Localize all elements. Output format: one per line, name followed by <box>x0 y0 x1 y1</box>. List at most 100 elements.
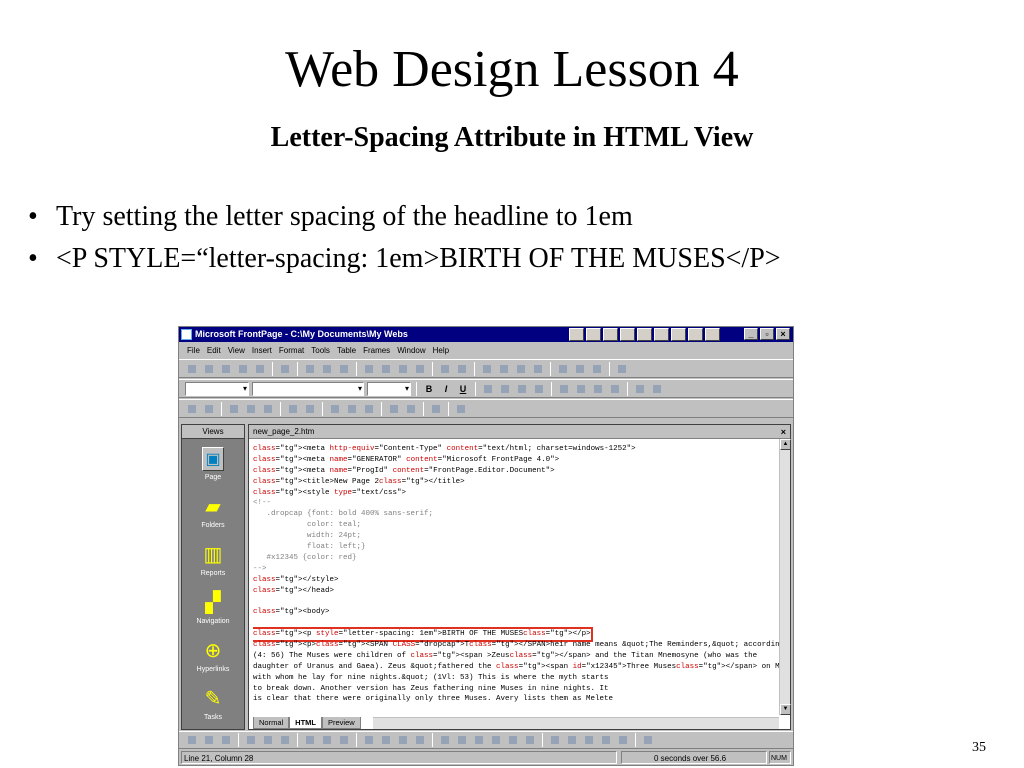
bevel-icon[interactable] <box>506 733 520 747</box>
merge-cells-icon[interactable] <box>286 401 300 416</box>
paste-icon[interactable] <box>396 361 410 376</box>
font-color-icon[interactable] <box>650 381 664 396</box>
view-navigation[interactable]: ▞ Navigation <box>182 591 244 625</box>
distribute-rows-icon[interactable] <box>387 401 401 416</box>
tray-icon[interactable] <box>603 328 618 341</box>
publish-icon[interactable] <box>253 361 267 376</box>
insert-table-icon[interactable] <box>497 361 511 376</box>
tab-normal[interactable]: Normal <box>253 717 290 729</box>
tray-icon[interactable] <box>586 328 601 341</box>
menu-file[interactable]: File <box>187 343 200 358</box>
scroll-down-icon[interactable]: ▼ <box>780 704 791 715</box>
bold-button[interactable]: B <box>422 381 436 396</box>
text-icon[interactable] <box>202 733 216 747</box>
menu-insert[interactable]: Insert <box>252 343 272 358</box>
font-size-select[interactable] <box>367 381 411 396</box>
insert-picture-icon[interactable] <box>185 733 199 747</box>
undo-icon[interactable] <box>438 361 452 376</box>
save-icon[interactable] <box>236 361 250 376</box>
menu-frames[interactable]: Frames <box>363 343 390 358</box>
spelling-icon[interactable] <box>337 361 351 376</box>
align-top-icon[interactable] <box>328 401 342 416</box>
rectangle-hotspot-icon[interactable] <box>565 733 579 747</box>
html-source-text[interactable]: class="tg"><meta http-equiv="Content-Typ… <box>253 444 779 716</box>
tray-icon[interactable] <box>620 328 635 341</box>
align-right-icon[interactable] <box>515 381 529 396</box>
view-hyperlinks[interactable]: ⊕ Hyperlinks <box>182 639 244 673</box>
resample-icon[interactable] <box>523 733 537 747</box>
format-painter-icon[interactable] <box>413 361 427 376</box>
new-page-icon[interactable] <box>185 361 199 376</box>
document-tab[interactable]: new_page_2.htm × <box>249 425 790 439</box>
window-titlebar[interactable]: Microsoft FrontPage - C:\My Documents\My… <box>179 327 793 342</box>
wash-out-icon[interactable] <box>489 733 503 747</box>
open-web-icon[interactable] <box>219 361 233 376</box>
menu-edit[interactable]: Edit <box>207 343 221 358</box>
rotate-right-icon[interactable] <box>320 733 334 747</box>
view-page[interactable]: ▣ Page <box>182 447 244 481</box>
close-document-icon[interactable]: × <box>781 425 786 439</box>
align-center-icon[interactable] <box>498 381 512 396</box>
split-cells-icon[interactable] <box>303 401 317 416</box>
distribute-columns-icon[interactable] <box>404 401 418 416</box>
tray-icon[interactable] <box>671 328 686 341</box>
vertical-scrollbar[interactable]: ▲ ▼ <box>779 439 791 715</box>
show-all-icon[interactable] <box>590 361 604 376</box>
print-icon[interactable] <box>303 361 317 376</box>
italic-button[interactable]: I <box>439 381 453 396</box>
insert-columns-icon[interactable] <box>244 401 258 416</box>
horizontal-scrollbar[interactable] <box>373 717 779 729</box>
redo-icon[interactable] <box>455 361 469 376</box>
hyperlink-icon[interactable] <box>531 361 545 376</box>
align-left-icon[interactable] <box>481 381 495 396</box>
font-select[interactable] <box>252 381 364 396</box>
highlight-color-icon[interactable] <box>633 381 647 396</box>
open-folder-icon[interactable] <box>202 361 216 376</box>
circle-hotspot-icon[interactable] <box>582 733 596 747</box>
cut-icon[interactable] <box>362 361 376 376</box>
tray-icon[interactable] <box>654 328 669 341</box>
highlight-hotspots-icon[interactable] <box>616 733 630 747</box>
tray-icon[interactable] <box>705 328 720 341</box>
menu-help[interactable]: Help <box>433 343 449 358</box>
auto-thumbnail-icon[interactable] <box>219 733 233 747</box>
set-transparent-icon[interactable] <box>455 733 469 747</box>
black-and-white-icon[interactable] <box>472 733 486 747</box>
menu-window[interactable]: Window <box>397 343 425 358</box>
help-icon[interactable] <box>615 361 629 376</box>
preview-in-browser-icon[interactable] <box>320 361 334 376</box>
style-select[interactable] <box>185 381 249 396</box>
align-bottom-icon[interactable] <box>362 401 376 416</box>
polygon-hotspot-icon[interactable] <box>599 733 613 747</box>
maximize-icon[interactable]: ▫ <box>760 328 774 340</box>
fill-color-icon[interactable] <box>429 401 443 416</box>
stop-icon[interactable] <box>573 361 587 376</box>
select-icon[interactable] <box>548 733 562 747</box>
view-tasks[interactable]: ✎ Tasks <box>182 687 244 721</box>
menu-tools[interactable]: Tools <box>311 343 330 358</box>
draw-table-icon[interactable] <box>185 401 199 416</box>
more-brightness-icon[interactable] <box>396 733 410 747</box>
more-contrast-icon[interactable] <box>362 733 376 747</box>
align-justify-icon[interactable] <box>532 381 546 396</box>
tab-preview[interactable]: Preview <box>322 717 361 729</box>
eraser-icon[interactable] <box>202 401 216 416</box>
restore-icon[interactable] <box>641 733 655 747</box>
crop-icon[interactable] <box>438 733 452 747</box>
menu-table[interactable]: Table <box>337 343 356 358</box>
send-backward-icon[interactable] <box>278 733 292 747</box>
tray-icon[interactable] <box>688 328 703 341</box>
view-reports[interactable]: ▥ Reports <box>182 543 244 577</box>
numbering-icon[interactable] <box>557 381 571 396</box>
tab-html[interactable]: HTML <box>289 717 322 729</box>
scroll-up-icon[interactable]: ▲ <box>780 439 791 450</box>
menu-format[interactable]: Format <box>279 343 304 358</box>
tray-icon[interactable] <box>569 328 584 341</box>
menu-view[interactable]: View <box>228 343 245 358</box>
less-contrast-icon[interactable] <box>379 733 393 747</box>
close-icon[interactable]: × <box>776 328 790 340</box>
refresh-icon[interactable] <box>556 361 570 376</box>
view-folders[interactable]: ▰ Folders <box>182 495 244 529</box>
copy-icon[interactable] <box>379 361 393 376</box>
position-absolutely-icon[interactable] <box>244 733 258 747</box>
